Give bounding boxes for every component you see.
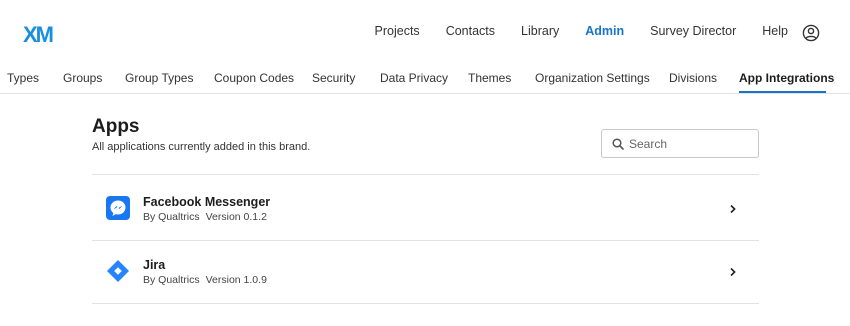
xm-logo[interactable]: XM <box>23 22 54 48</box>
search-box[interactable] <box>601 129 759 158</box>
app-publisher: By Qualtrics <box>143 211 200 223</box>
top-header: XM Projects Contacts Library Admin Surve… <box>0 0 850 62</box>
tab-divisions[interactable]: Divisions <box>669 71 717 85</box>
tab-data-privacy[interactable]: Data Privacy <box>380 71 448 85</box>
page-title: Apps <box>92 116 140 137</box>
tab-organization-settings[interactable]: Organization Settings <box>535 71 650 85</box>
nav-contacts[interactable]: Contacts <box>446 24 495 38</box>
chevron-right-icon <box>730 204 736 214</box>
nav-help[interactable]: Help <box>762 24 788 38</box>
app-row-facebook-messenger[interactable]: Facebook Messenger By Qualtrics Version 0… <box>92 178 759 240</box>
admin-subnav: Types Groups Group Types Coupon Codes Se… <box>0 62 850 94</box>
app-name: Jira <box>143 258 166 272</box>
jira-icon <box>107 260 129 282</box>
search-icon <box>612 138 624 150</box>
page-subtitle: All applications currently added in this… <box>92 141 311 153</box>
app-meta: By Qualtrics Version 1.0.9 <box>143 274 267 286</box>
tab-group-types[interactable]: Group Types <box>125 71 193 85</box>
nav-projects[interactable]: Projects <box>375 24 420 38</box>
nav-library[interactable]: Library <box>521 24 559 38</box>
app-row-jira[interactable]: Jira By Qualtrics Version 1.0.9 <box>92 241 759 303</box>
app-name: Facebook Messenger <box>143 195 271 209</box>
app-publisher: By Qualtrics <box>143 274 200 286</box>
tab-coupon-codes[interactable]: Coupon Codes <box>214 71 294 85</box>
list-divider <box>92 303 759 304</box>
list-divider <box>92 174 759 175</box>
chevron-right-icon <box>730 267 736 277</box>
active-tab-indicator <box>739 91 826 93</box>
search-input[interactable] <box>629 134 754 154</box>
tab-security[interactable]: Security <box>312 71 355 85</box>
tab-app-integrations[interactable]: App Integrations <box>739 71 834 85</box>
app-version: Version 0.1.2 <box>205 211 267 223</box>
user-circle-icon[interactable] <box>802 24 820 42</box>
tab-themes[interactable]: Themes <box>468 71 511 85</box>
nav-survey-director[interactable]: Survey Director <box>650 24 736 38</box>
messenger-icon <box>106 196 130 220</box>
top-nav: Projects Contacts Library Admin Survey D… <box>349 0 788 62</box>
nav-admin[interactable]: Admin <box>585 24 624 38</box>
tab-groups[interactable]: Groups <box>63 71 102 85</box>
app-version: Version 1.0.9 <box>205 274 267 286</box>
tab-types[interactable]: Types <box>7 71 39 85</box>
app-meta: By Qualtrics Version 0.1.2 <box>143 211 267 223</box>
